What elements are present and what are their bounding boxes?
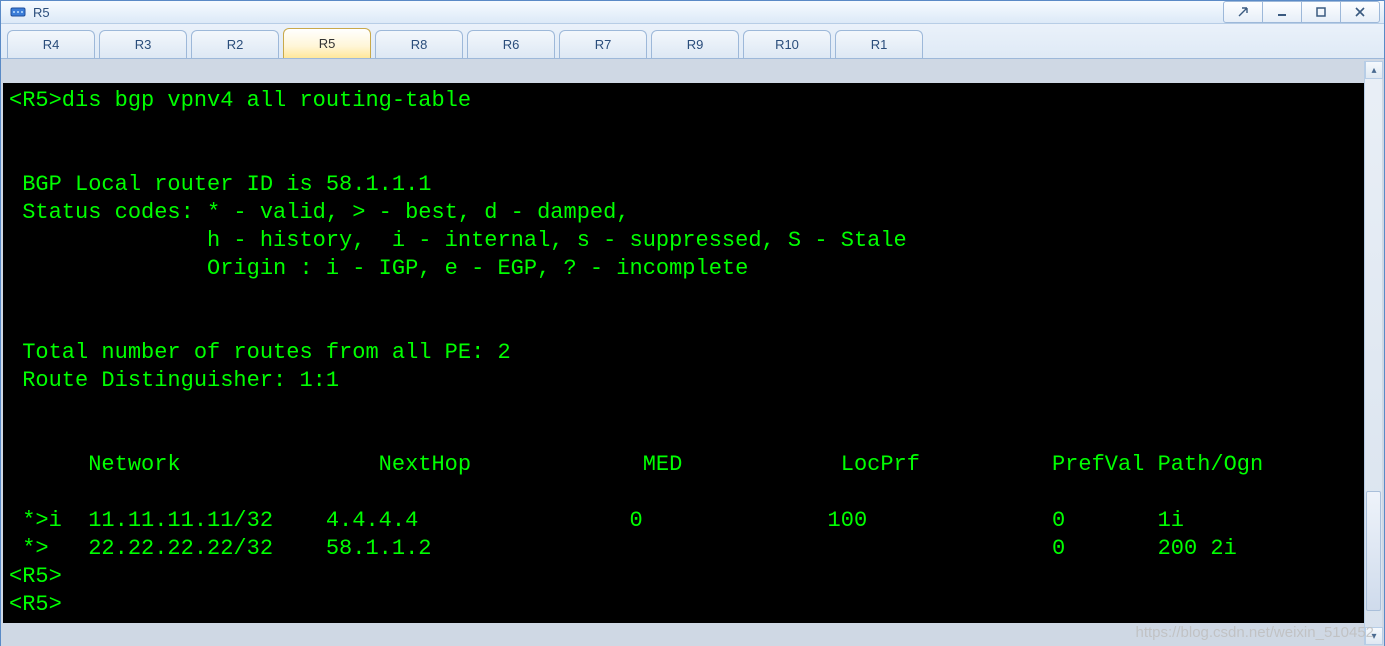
- tab-label: R6: [503, 37, 520, 52]
- scroll-up-arrow[interactable]: ▴: [1365, 61, 1383, 79]
- tab-label: R9: [687, 37, 704, 52]
- tab-label: R2: [227, 37, 244, 52]
- terminal-output[interactable]: <R5>dis bgp vpnv4 all routing-table BGP …: [3, 83, 1364, 623]
- watermark-text: https://blog.csdn.net/weixin_510452: [1136, 624, 1375, 641]
- tab-r5[interactable]: R5: [283, 28, 371, 58]
- maximize-button[interactable]: [1301, 1, 1341, 23]
- tab-r1[interactable]: R1: [835, 30, 923, 58]
- tab-label: R7: [595, 37, 612, 52]
- tab-label: R5: [319, 36, 336, 51]
- tab-r10[interactable]: R10: [743, 30, 831, 58]
- tab-label: R1: [871, 37, 888, 52]
- tab-label: R3: [135, 37, 152, 52]
- tab-label: R8: [411, 37, 428, 52]
- minimize-button[interactable]: [1262, 1, 1302, 23]
- window-controls: [1224, 1, 1380, 23]
- app-window: R5 R4 R3 R2 R5 R8 R6 R7 R9 R10 R1 <R5>dis bgp vpn…: [0, 0, 1385, 646]
- window-title: R5: [33, 5, 50, 20]
- vertical-scrollbar[interactable]: ▴ ▾: [1364, 61, 1382, 645]
- titlebar: R5: [1, 1, 1384, 24]
- tab-label: R10: [775, 37, 799, 52]
- close-button[interactable]: [1340, 1, 1380, 23]
- popout-button[interactable]: [1223, 1, 1263, 23]
- tab-r9[interactable]: R9: [651, 30, 739, 58]
- scroll-thumb[interactable]: [1366, 491, 1381, 611]
- tab-r6[interactable]: R6: [467, 30, 555, 58]
- tab-label: R4: [43, 37, 60, 52]
- scroll-down-arrow[interactable]: ▾: [1365, 627, 1383, 645]
- tab-r2[interactable]: R2: [191, 30, 279, 58]
- tab-bar: R4 R3 R2 R5 R8 R6 R7 R9 R10 R1: [1, 24, 1384, 59]
- app-icon: [9, 3, 27, 21]
- tab-r8[interactable]: R8: [375, 30, 463, 58]
- terminal-container: <R5>dis bgp vpnv4 all routing-table BGP …: [1, 59, 1384, 646]
- tab-r3[interactable]: R3: [99, 30, 187, 58]
- tab-r7[interactable]: R7: [559, 30, 647, 58]
- tab-r4[interactable]: R4: [7, 30, 95, 58]
